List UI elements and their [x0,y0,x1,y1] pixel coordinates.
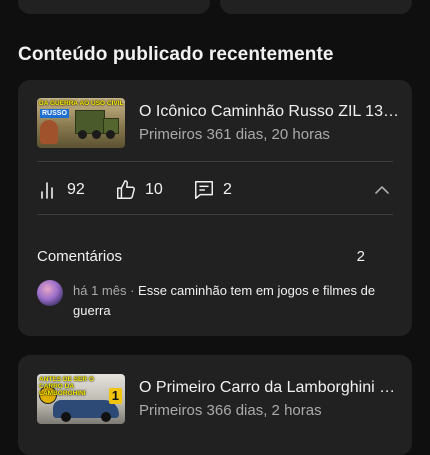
video-title[interactable]: O Icônico Caminhão Russo ZIL 131... [139,102,399,122]
video-period: Primeiros 366 dias, 2 horas [139,402,322,419]
video-item[interactable]: ANTES DE SER O CARRO DA LAMBORGHINI 1 O … [37,374,399,424]
thumbnail-badge: RUSSO [40,109,69,118]
recent-content-card: DA GUERRA AO USO CIVIL RUSSO O Icônico C… [18,80,412,336]
video-stats: 92 10 2 [37,177,393,203]
likes-stat: 10 [115,177,163,203]
recent-content-card: ANTES DE SER O CARRO DA LAMBORGHINI 1 O … [18,355,412,455]
previous-card-left[interactable] [18,0,210,14]
video-title[interactable]: O Primeiro Carro da Lamborghini o ... [139,378,399,398]
comment-icon [195,181,213,199]
comment-separator: · [126,283,139,298]
views-count: 92 [67,181,85,198]
comments-count: 2 [223,181,232,198]
previous-card-right[interactable] [220,0,412,14]
thumb-up-icon [117,180,135,199]
thumbnail-caption: DA GUERRA AO USO CIVIL [39,100,124,107]
likes-count: 10 [145,181,163,198]
avatar[interactable] [37,280,63,306]
video-thumbnail[interactable]: ANTES DE SER O CARRO DA LAMBORGHINI 1 [37,374,125,424]
comments-heading: Comentários [37,248,123,265]
divider [37,161,393,162]
divider [37,214,393,215]
chevron-up-icon[interactable] [373,181,391,199]
video-thumbnail[interactable]: DA GUERRA AO USO CIVIL RUSSO [37,98,125,148]
comments-stat: 2 [193,177,232,203]
thumbnail-caption: ANTES DE SER O CARRO DA LAMBORGHINI [39,376,94,397]
thumbnail-badge: 1 [108,388,122,404]
section-title: Conteúdo publicado recentemente [18,44,334,65]
latest-comment[interactable]: há 1 mês · Esse caminhão tem em jogos e … [73,281,393,321]
video-item[interactable]: DA GUERRA AO USO CIVIL RUSSO O Icônico C… [37,98,399,148]
bar-chart-icon [41,182,53,199]
video-period: Primeiros 361 dias, 20 horas [139,126,330,143]
comments-total: 2 [356,248,365,265]
views-stat: 92 [39,177,85,203]
comment-time: há 1 mês [73,283,127,298]
